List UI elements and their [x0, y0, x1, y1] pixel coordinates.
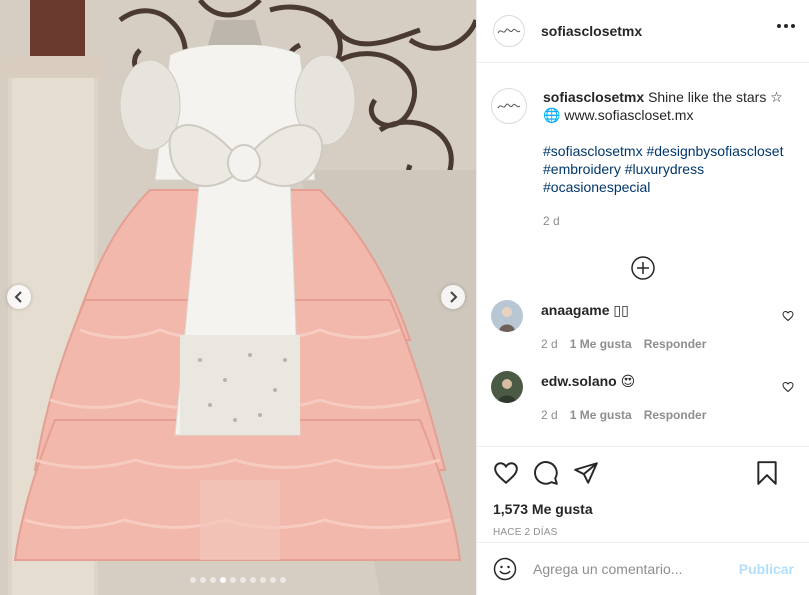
carousel-dot[interactable] [220, 577, 226, 583]
post-username[interactable]: sofiasclosetmx [541, 23, 642, 39]
caption-body: Shine like the stars ☆ [648, 89, 783, 105]
add-comment-bar: Publicar [477, 542, 809, 595]
comment-username[interactable]: anaagame [541, 302, 609, 318]
heart-icon[interactable] [782, 310, 794, 322]
logo-icon [497, 103, 521, 109]
post-photo[interactable] [0, 0, 476, 595]
bookmark-icon[interactable] [754, 460, 780, 486]
comment-bubble-icon[interactable] [533, 460, 559, 486]
comment-username[interactable]: edw.solano [541, 373, 617, 389]
post-header: sofiasclosetmx [477, 0, 809, 63]
chevron-left-icon [14, 291, 22, 303]
caption-time: 2 d [543, 214, 560, 228]
comment-likes[interactable]: 1 Me gusta [570, 408, 632, 422]
comment-item: edw.solano 😍 2 d 1 Me gusta Responder [491, 371, 794, 422]
caption-text: sofiasclosetmx Shine like the stars ☆ 🌐 … [543, 88, 794, 230]
carousel-next-button[interactable] [441, 285, 465, 309]
like-heart-icon[interactable] [493, 460, 519, 486]
website-link[interactable]: www.sofiascloset.mx [564, 107, 693, 123]
carousel-dot[interactable] [260, 577, 266, 583]
comment-text: ▯▯ [613, 302, 629, 318]
hashtags-line[interactable]: #embroidery #luxurydress [543, 161, 704, 177]
user-photo-icon [491, 300, 523, 332]
load-more-comments-icon[interactable] [630, 256, 655, 280]
avatar[interactable] [491, 300, 523, 332]
dot-icon [791, 24, 795, 28]
logo-icon [497, 28, 521, 34]
carousel-dot[interactable] [270, 577, 276, 583]
carousel-dot[interactable] [210, 577, 216, 583]
carousel-dot[interactable] [250, 577, 256, 583]
carousel-dot[interactable] [200, 577, 206, 583]
avatar[interactable] [491, 88, 527, 124]
share-paper-plane-icon[interactable] [573, 460, 599, 486]
globe-icon: 🌐 [543, 107, 561, 123]
hashtags-line[interactable]: #sofiasclosetmx #designbysofiascloset [543, 143, 783, 159]
post-actions: 1,573 Me gusta HACE 2 DÍAS [477, 446, 809, 542]
post-sidebar: sofiasclosetmx sofiasclosetmx Shine like… [476, 0, 809, 595]
dot-icon [784, 24, 788, 28]
reply-button[interactable]: Responder [644, 408, 707, 422]
emoji-icon[interactable] [493, 557, 517, 581]
caption: sofiasclosetmx Shine like the stars ☆ 🌐 … [491, 88, 794, 230]
comment-text: 😍 [620, 373, 636, 389]
comment-time: 2 d [541, 408, 558, 422]
comment-likes[interactable]: 1 Me gusta [570, 337, 632, 351]
carousel-dot[interactable] [230, 577, 236, 583]
chevron-right-icon [450, 291, 458, 303]
post-timestamp: HACE 2 DÍAS [493, 527, 558, 538]
dress-photo [0, 0, 476, 595]
comment-input[interactable] [533, 561, 739, 577]
dot-icon [777, 24, 781, 28]
heart-icon[interactable] [782, 381, 794, 393]
user-photo-icon [491, 371, 523, 403]
carousel-dot[interactable] [280, 577, 286, 583]
more-options-button[interactable] [777, 24, 795, 28]
avatar[interactable] [493, 15, 525, 47]
carousel-dots [0, 577, 476, 583]
comments-section: sofiasclosetmx Shine like the stars ☆ 🌐 … [477, 64, 809, 446]
comment-time: 2 d [541, 337, 558, 351]
comment-item: anaagame ▯▯ 2 d 1 Me gusta Responder [491, 300, 794, 351]
reply-button[interactable]: Responder [644, 337, 707, 351]
carousel-prev-button[interactable] [7, 285, 31, 309]
carousel-dot[interactable] [190, 577, 196, 583]
avatar[interactable] [491, 371, 523, 403]
publish-button[interactable]: Publicar [739, 561, 794, 577]
likes-count[interactable]: 1,573 Me gusta [493, 501, 794, 517]
hashtags-line[interactable]: #ocasionespecial [543, 179, 650, 195]
carousel-dot[interactable] [240, 577, 246, 583]
caption-username[interactable]: sofiasclosetmx [543, 89, 644, 105]
